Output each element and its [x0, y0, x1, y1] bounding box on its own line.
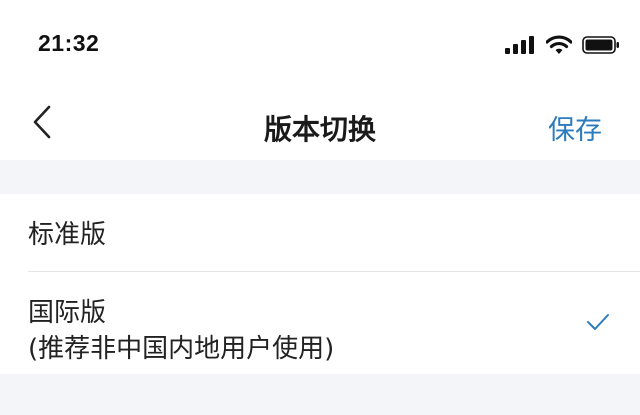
status-time: 21:32: [38, 30, 100, 56]
status-icons: [504, 34, 620, 56]
navigation-bar: 版本切换 保存: [0, 92, 640, 160]
wifi-icon: [545, 35, 573, 55]
checkmark-icon: [586, 312, 610, 332]
option-label: 国际版: [28, 298, 107, 328]
option-label: 标准版: [28, 220, 107, 250]
bottom-background: [0, 374, 640, 415]
battery-icon: [582, 36, 620, 54]
version-switch-screen: 21:32 版本切换 保存 标准版 国际版 (推荐非中国内地用户使用): [0, 0, 640, 415]
option-international-version[interactable]: 国际版 (推荐非中国内地用户使用): [0, 272, 640, 374]
page-title: 版本切换: [263, 113, 376, 146]
status-bar: 21:32: [0, 0, 640, 92]
version-option-list: 标准版 国际版 (推荐非中国内地用户使用): [0, 194, 640, 374]
option-sublabel: (推荐非中国内地用户使用): [28, 334, 335, 364]
option-standard-version[interactable]: 标准版: [0, 194, 640, 272]
save-button[interactable]: 保存: [548, 108, 602, 147]
section-gap: [0, 160, 640, 194]
signal-icon: [504, 36, 536, 54]
